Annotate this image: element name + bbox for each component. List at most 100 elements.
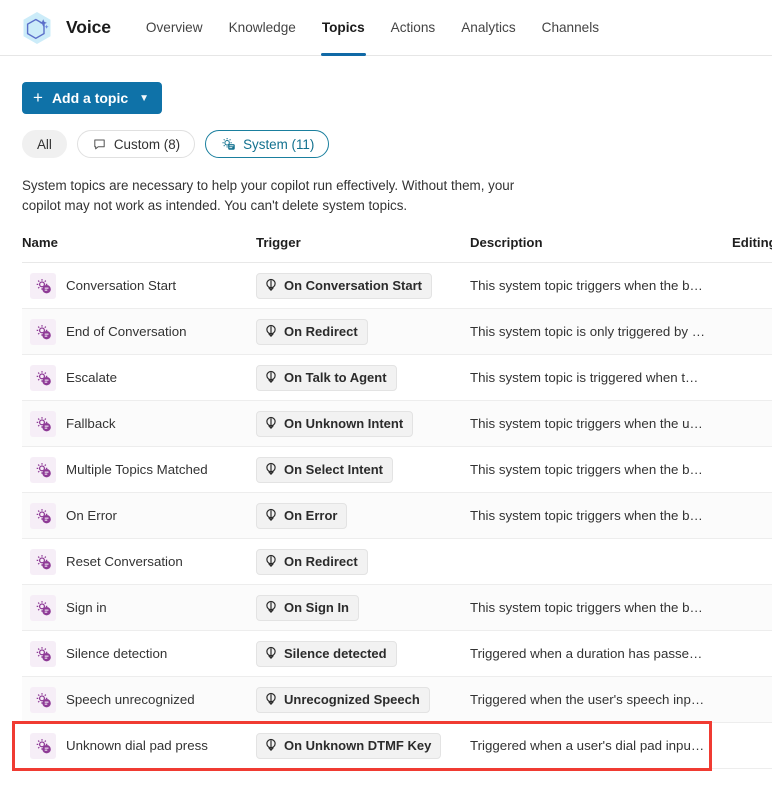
table-row[interactable]: Fallback On Unknown Intent This system t…: [22, 400, 772, 447]
system-topic-icon: [30, 732, 56, 759]
cell-editing: [732, 446, 772, 493]
column-header-description[interactable]: Description: [470, 235, 732, 263]
filter-label-system: System (11): [243, 136, 315, 152]
trigger-badge[interactable]: On Unknown DTMF Key: [256, 732, 442, 759]
cell-description: [470, 538, 732, 585]
cell-name[interactable]: Reset Conversation: [22, 538, 256, 585]
topics-table-body: Conversation Start On Conversation Start…: [22, 262, 772, 769]
system-topic-icon: [30, 318, 56, 345]
table-row[interactable]: Escalate On Talk to Agent This system to…: [22, 354, 772, 401]
gear-chat-icon: [220, 136, 236, 152]
trigger-badge[interactable]: On Sign In: [256, 594, 359, 621]
cell-editing: [732, 630, 772, 677]
cell-name[interactable]: Conversation Start: [22, 262, 256, 309]
table-header-row: Name Trigger Description Editing: [22, 235, 772, 263]
nav-tab-actions[interactable]: Actions: [378, 0, 449, 56]
cell-trigger[interactable]: On Talk to Agent: [256, 354, 470, 401]
cell-name[interactable]: On Error: [22, 492, 256, 539]
cell-name[interactable]: Silence detection: [22, 630, 256, 677]
cell-name[interactable]: Unknown dial pad press: [22, 722, 256, 769]
trigger-icon: [264, 278, 278, 293]
topic-description: Triggered when the user's speech inp…: [470, 692, 705, 707]
filter-label-all: All: [37, 136, 52, 152]
nav-tab-analytics[interactable]: Analytics: [448, 0, 528, 56]
cell-name[interactable]: Speech unrecognized: [22, 676, 256, 723]
cell-trigger[interactable]: On Unknown Intent: [256, 400, 470, 447]
trigger-badge[interactable]: On Talk to Agent: [256, 364, 397, 391]
trigger-badge[interactable]: On Redirect: [256, 548, 368, 575]
nav-tab-overview[interactable]: Overview: [133, 0, 216, 56]
trigger-icon: [264, 554, 278, 569]
system-topic-icon: [30, 594, 56, 621]
column-header-name[interactable]: Name: [22, 235, 256, 263]
cell-name[interactable]: Sign in: [22, 584, 256, 631]
trigger-label: On Redirect: [284, 554, 358, 569]
trigger-icon: [264, 646, 278, 661]
cell-trigger[interactable]: On Unknown DTMF Key: [256, 722, 470, 769]
cell-editing: [732, 308, 772, 355]
trigger-icon: [264, 692, 278, 707]
trigger-label: On Conversation Start: [284, 278, 422, 293]
cell-description: This system topic triggers when the u…: [470, 400, 732, 447]
cell-editing: [732, 492, 772, 539]
table-row[interactable]: Unknown dial pad press On Unknown DTMF K…: [22, 722, 772, 769]
trigger-badge[interactable]: On Conversation Start: [256, 272, 432, 299]
cell-trigger[interactable]: On Redirect: [256, 308, 470, 355]
cell-description: Triggered when the user's speech inp…: [470, 676, 732, 723]
table-row[interactable]: Conversation Start On Conversation Start…: [22, 262, 772, 309]
nav-tab-channels[interactable]: Channels: [529, 0, 612, 56]
nav-tab-topics[interactable]: Topics: [309, 0, 378, 56]
topic-name: On Error: [66, 508, 117, 523]
cell-trigger[interactable]: On Conversation Start: [256, 262, 470, 309]
topic-description: This system topic is triggered when t…: [470, 370, 699, 385]
trigger-label: On Redirect: [284, 324, 358, 339]
table-row[interactable]: Reset Conversation On Redirect: [22, 538, 772, 585]
cell-name[interactable]: End of Conversation: [22, 308, 256, 355]
cell-trigger[interactable]: On Select Intent: [256, 446, 470, 493]
table-row[interactable]: Multiple Topics Matched On Select Intent…: [22, 446, 772, 493]
trigger-badge[interactable]: On Select Intent: [256, 456, 393, 483]
filter-pill-all[interactable]: All: [22, 130, 67, 158]
trigger-label: On Error: [284, 508, 338, 523]
cell-description: This system topic triggers when the b…: [470, 446, 732, 493]
table-row[interactable]: Sign in On Sign In This system topic tri…: [22, 584, 772, 631]
table-row[interactable]: On Error On Error This system topic trig…: [22, 492, 772, 539]
cell-description: This system topic triggers when the b…: [470, 262, 732, 309]
table-row[interactable]: Speech unrecognized Unrecognized Speech …: [22, 676, 772, 723]
trigger-label: On Sign In: [284, 600, 349, 615]
app-header: Voice Overview Knowledge Topics Actions …: [0, 0, 772, 56]
column-header-trigger[interactable]: Trigger: [256, 235, 470, 263]
trigger-badge[interactable]: Unrecognized Speech: [256, 686, 430, 713]
trigger-label: On Talk to Agent: [284, 370, 387, 385]
cell-trigger[interactable]: On Error: [256, 492, 470, 539]
add-topic-button[interactable]: + Add a topic ▼: [22, 82, 163, 114]
column-header-editing[interactable]: Editing: [732, 235, 772, 263]
cell-name[interactable]: Fallback: [22, 400, 256, 447]
trigger-label: On Unknown DTMF Key: [284, 738, 432, 753]
topic-description: Triggered when a user's dial pad inpu…: [470, 738, 705, 753]
trigger-badge[interactable]: On Error: [256, 502, 348, 529]
cell-editing: [732, 538, 772, 585]
trigger-icon: [264, 462, 278, 477]
trigger-badge[interactable]: On Redirect: [256, 318, 368, 345]
topic-name: Multiple Topics Matched: [66, 462, 208, 477]
cell-trigger[interactable]: On Redirect: [256, 538, 470, 585]
trigger-badge[interactable]: On Unknown Intent: [256, 410, 414, 437]
cell-trigger[interactable]: Unrecognized Speech: [256, 676, 470, 723]
cell-name[interactable]: Multiple Topics Matched: [22, 446, 256, 493]
cell-trigger[interactable]: Silence detected: [256, 630, 470, 677]
filter-pill-custom[interactable]: Custom (8): [76, 130, 196, 158]
filter-pill-system[interactable]: System (11): [205, 130, 330, 158]
cell-trigger[interactable]: On Sign In: [256, 584, 470, 631]
table-row[interactable]: Silence detection Silence detected Trigg…: [22, 630, 772, 677]
trigger-badge[interactable]: Silence detected: [256, 640, 397, 667]
cell-name[interactable]: Escalate: [22, 354, 256, 401]
topic-description: This system topic triggers when the u…: [470, 416, 703, 431]
table-row[interactable]: End of Conversation On Redirect This sys…: [22, 308, 772, 355]
brand: Voice: [18, 9, 111, 47]
nav-tab-knowledge[interactable]: Knowledge: [216, 0, 309, 56]
topic-filter-group: All Custom (8) System (11): [22, 130, 772, 158]
topic-name: Speech unrecognized: [66, 692, 195, 707]
topic-description: This system topic triggers when the b…: [470, 462, 703, 477]
cell-description: This system topic triggers when the b…: [470, 584, 732, 631]
